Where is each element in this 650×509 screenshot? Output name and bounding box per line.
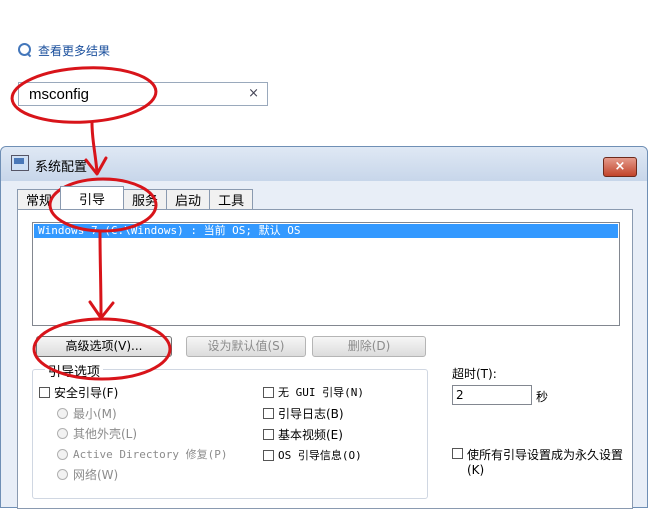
tab-general[interactable]: 常规 — [17, 189, 62, 209]
alternate-shell-radio[interactable]: 其他外壳(L) — [57, 425, 137, 442]
minimal-radio[interactable]: 最小(M) — [57, 405, 117, 422]
start-search-panel: 查看更多结果 msconfig × — [0, 30, 285, 118]
alternate-shell-label: 其他外壳(L) — [73, 427, 138, 441]
checkbox-box — [263, 408, 274, 419]
tab-boot[interactable]: 引导 — [60, 186, 125, 209]
radio-circle — [57, 428, 68, 439]
dialog-title: 系统配置 — [35, 160, 88, 175]
msconfig-app-icon — [11, 155, 29, 171]
os-boot-info-label: OS 引导信息(O) — [278, 449, 362, 462]
network-radio[interactable]: 网络(W) — [57, 466, 118, 483]
tab-tools[interactable]: 工具 — [209, 189, 254, 209]
system-configuration-dialog: 系统配置 × 常规 引导 服务 启动 工具 Windows 7 (C:\Wind… — [0, 146, 648, 509]
close-button[interactable]: × — [603, 157, 637, 177]
base-video-checkbox[interactable]: 基本视频(E) — [263, 426, 343, 443]
os-boot-info-checkbox[interactable]: OS 引导信息(O) — [263, 447, 362, 463]
search-icon — [18, 43, 32, 57]
no-gui-boot-label: 无 GUI 引导(N) — [278, 386, 364, 399]
make-permanent-label: 使所有引导设置成为永久设置(K) — [467, 448, 624, 477]
active-directory-repair-label: Active Directory 修复(P) — [73, 448, 228, 461]
clear-search-icon[interactable]: × — [248, 86, 259, 101]
os-list[interactable]: Windows 7 (C:\Windows) : 当前 OS; 默认 OS — [32, 222, 620, 326]
timeout-label: 超时(T): — [452, 367, 497, 381]
no-gui-boot-checkbox[interactable]: 无 GUI 引导(N) — [263, 384, 364, 400]
radio-circle — [57, 448, 68, 460]
checkbox-box — [263, 386, 274, 398]
checkbox-box — [263, 429, 274, 440]
active-directory-repair-radio[interactable]: Active Directory 修复(P) — [57, 446, 227, 462]
set-as-default-button[interactable]: 设为默认值(S) — [186, 336, 306, 357]
radio-circle — [57, 408, 68, 419]
safe-boot-checkbox[interactable]: 安全引导(F) — [39, 384, 118, 401]
boot-tab-panel: Windows 7 (C:\Windows) : 当前 OS; 默认 OS 高级… — [17, 209, 633, 509]
boot-options-group: 引导选项 安全引导(F) 最小(M) 其他外壳(L) Active Direct… — [32, 361, 428, 499]
checkbox-box — [263, 449, 274, 461]
tab-strip: 常规 引导 服务 启动 工具 — [17, 186, 254, 209]
base-video-label: 基本视频(E) — [278, 428, 343, 442]
minimal-label: 最小(M) — [73, 407, 117, 421]
make-permanent-checkbox[interactable]: 使所有引导设置成为永久设置(K) — [452, 446, 632, 477]
boot-options-title: 引导选项 — [45, 361, 104, 380]
search-query-text: msconfig — [29, 86, 90, 103]
timeout-input[interactable]: 2 — [452, 385, 532, 405]
search-input[interactable]: msconfig × — [18, 82, 268, 106]
safe-boot-label: 安全引导(F) — [54, 386, 119, 400]
os-list-item[interactable]: Windows 7 (C:\Windows) : 当前 OS; 默认 OS — [34, 224, 618, 238]
checkbox-box — [39, 387, 50, 398]
advanced-options-button[interactable]: 高级选项(V)... — [36, 336, 172, 357]
boot-log-label: 引导日志(B) — [278, 407, 344, 421]
delete-button[interactable]: 删除(D) — [312, 336, 426, 357]
checkbox-box — [452, 448, 463, 459]
tab-services[interactable]: 服务 — [123, 189, 168, 209]
tab-startup[interactable]: 启动 — [166, 189, 211, 209]
timeout-unit-label: 秒 — [536, 390, 549, 404]
see-more-results-link[interactable]: 查看更多结果 — [18, 40, 110, 60]
title-bar: 系统配置 × — [1, 147, 647, 181]
radio-circle — [57, 469, 68, 480]
boot-log-checkbox[interactable]: 引导日志(B) — [263, 405, 344, 422]
see-more-results-label: 查看更多结果 — [38, 43, 111, 58]
network-label: 网络(W) — [73, 468, 119, 482]
